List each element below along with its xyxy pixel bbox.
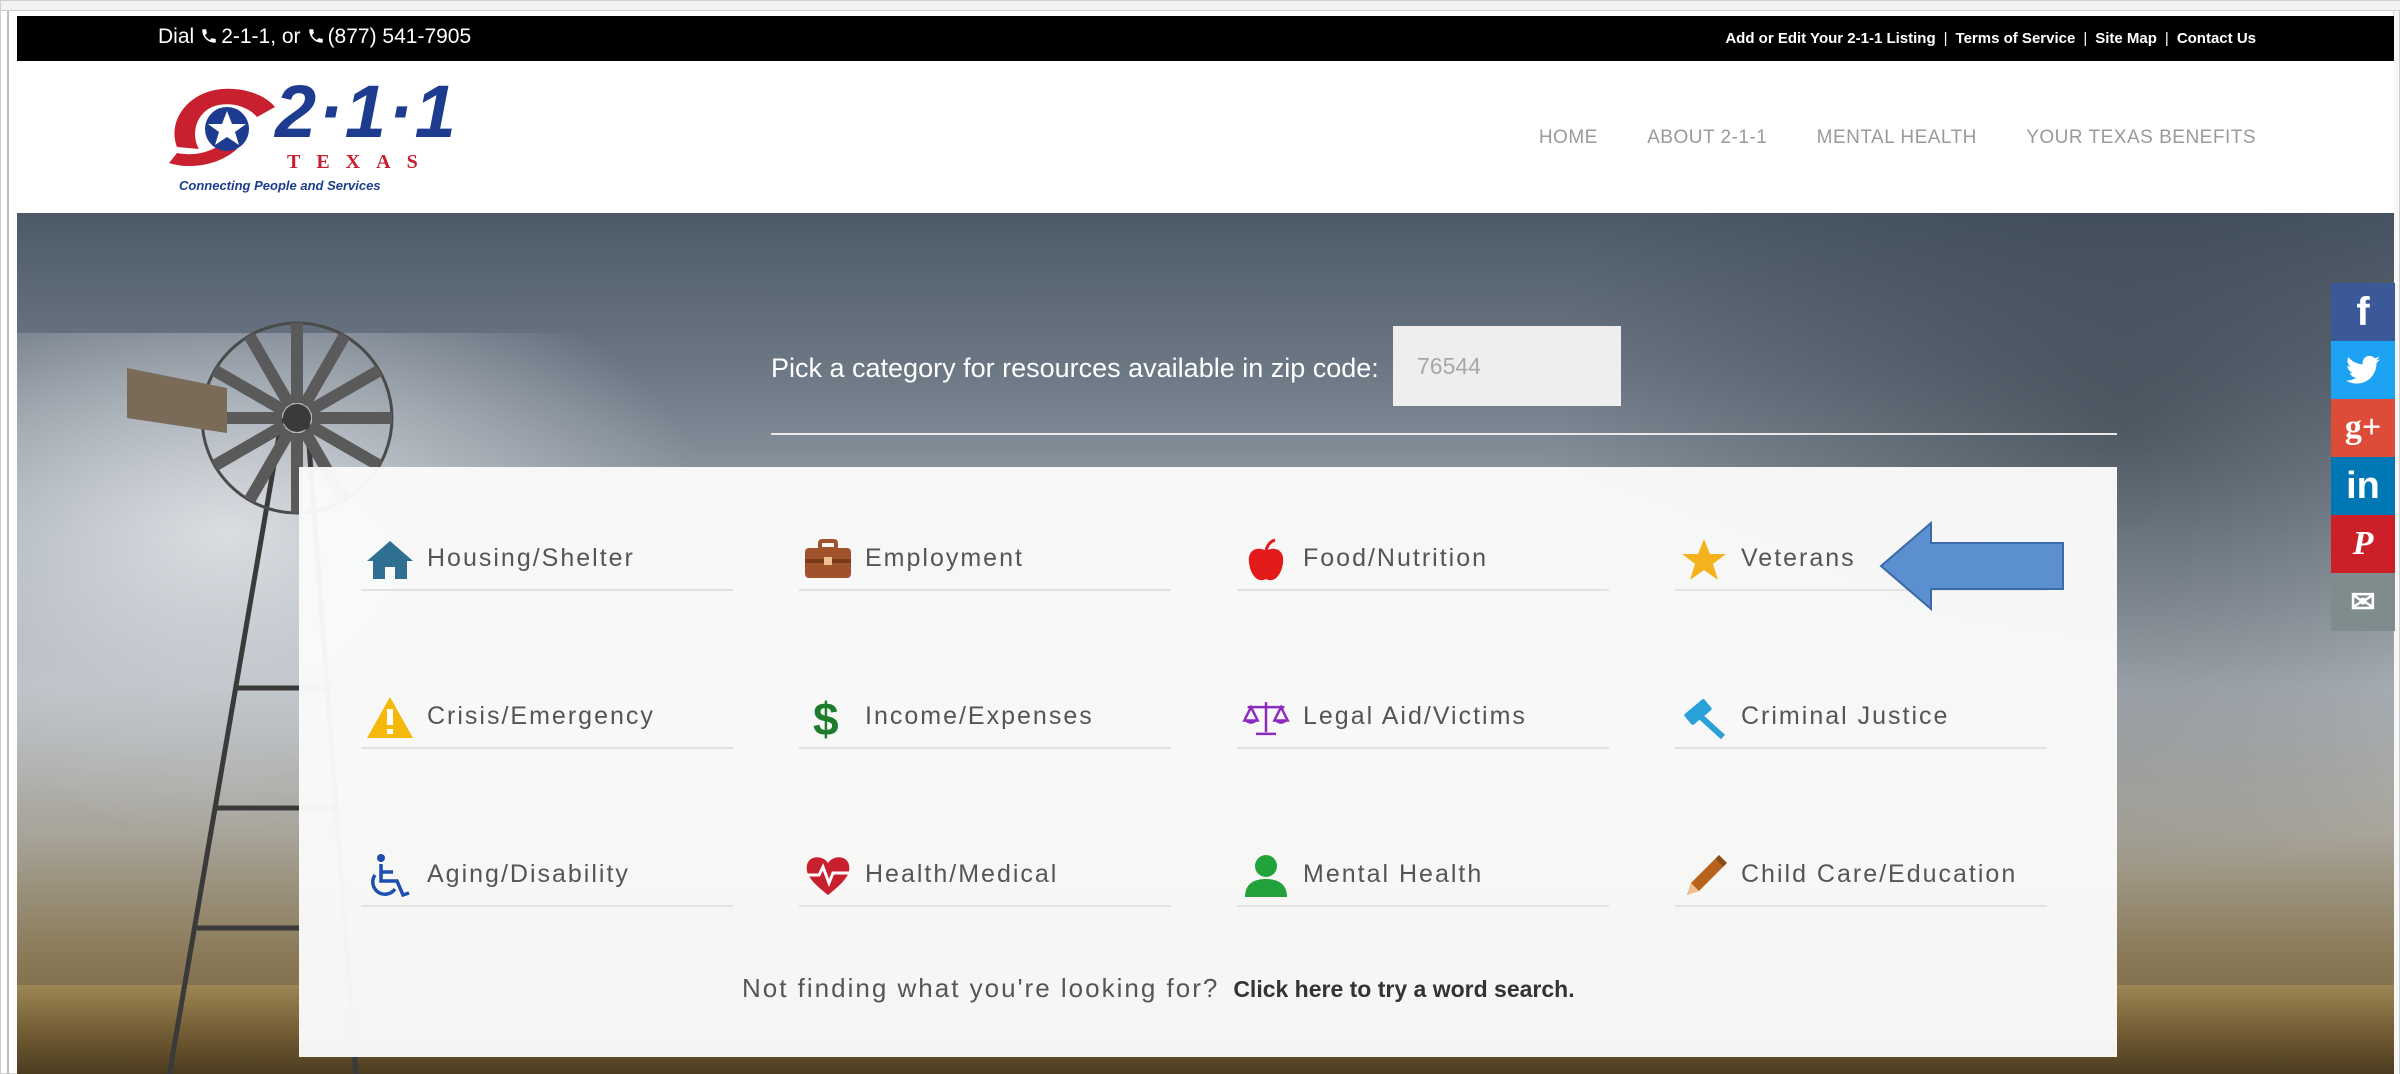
category-label: Income/Expenses bbox=[865, 702, 1094, 730]
word-search-link[interactable]: Click here to try a word search. bbox=[1233, 976, 1574, 1002]
terms-of-service-link[interactable]: Terms of Service bbox=[1956, 30, 2076, 47]
category-label: Legal Aid/Victims bbox=[1303, 702, 1527, 730]
category-mental-health[interactable]: Mental Health bbox=[1237, 847, 1609, 907]
category-label: Criminal Justice bbox=[1741, 702, 1950, 730]
main-nav: HOME ABOUT 2-1-1 MENTAL HEALTH YOUR TEXA… bbox=[1495, 127, 2256, 149]
category-crisis-emergency[interactable]: Crisis/Emergency bbox=[361, 689, 733, 749]
house-icon bbox=[367, 541, 413, 579]
category-label: Aging/Disability bbox=[427, 860, 630, 888]
category-aging-disability[interactable]: Aging/Disability bbox=[361, 847, 733, 907]
phone-icon bbox=[202, 29, 216, 43]
category-food-nutrition[interactable]: Food/Nutrition bbox=[1237, 531, 1609, 591]
category-panel: Housing/Shelter Employment Food/Nutritio… bbox=[299, 467, 2117, 1057]
category-label: Health/Medical bbox=[865, 860, 1059, 888]
category-label: Veterans bbox=[1741, 544, 1856, 572]
word-search-prompt: Not finding what you're looking for? Clic… bbox=[742, 973, 1575, 1004]
person-icon bbox=[1245, 855, 1287, 897]
add-edit-listing-link[interactable]: Add or Edit Your 2-1-1 Listing bbox=[1725, 30, 1935, 47]
category-label: Mental Health bbox=[1303, 860, 1484, 888]
category-label: Housing/Shelter bbox=[427, 544, 635, 572]
warning-icon bbox=[367, 697, 413, 738]
site-header: 2·1·1 TEXAS Connecting People and Servic… bbox=[17, 61, 2394, 213]
top-links: Add or Edit Your 2-1-1 Listing | Terms of … bbox=[1725, 30, 2256, 47]
briefcase-icon bbox=[805, 539, 851, 578]
dollar-icon: $ bbox=[813, 695, 839, 741]
link-separator: | bbox=[2083, 30, 2088, 47]
email-icon[interactable]: ✉ bbox=[2331, 573, 2395, 631]
category-housing-shelter[interactable]: Housing/Shelter bbox=[361, 531, 733, 591]
site-logo[interactable]: 2·1·1 TEXAS Connecting People and Servic… bbox=[157, 69, 456, 199]
contact-us-link[interactable]: Contact Us bbox=[2177, 30, 2256, 47]
nav-texas-benefits[interactable]: YOUR TEXAS BENEFITS bbox=[2026, 127, 2256, 148]
category-label: Child Care/Education bbox=[1741, 860, 2018, 888]
category-health-medical[interactable]: Health/Medical bbox=[799, 847, 1171, 907]
linkedin-icon[interactable]: in bbox=[2331, 457, 2395, 515]
word-search-question: Not finding what you're looking for? bbox=[742, 973, 1220, 1003]
category-label: Crisis/Emergency bbox=[427, 702, 655, 730]
gavel-icon bbox=[1684, 699, 1726, 740]
svg-text:$: $ bbox=[813, 695, 839, 741]
logo-tagline: Connecting People and Services bbox=[179, 178, 381, 193]
category-employment[interactable]: Employment bbox=[799, 531, 1171, 591]
category-income-expenses[interactable]: $ Income/Expenses bbox=[799, 689, 1171, 749]
zip-code-label: Pick a category for resources available … bbox=[771, 353, 1379, 383]
category-criminal-justice[interactable]: Criminal Justice bbox=[1675, 689, 2047, 749]
twitter-icon[interactable] bbox=[2331, 341, 2395, 399]
nav-home[interactable]: HOME bbox=[1539, 127, 1598, 148]
category-legal-aid-victims[interactable]: Legal Aid/Victims bbox=[1237, 689, 1609, 749]
link-separator: | bbox=[2164, 30, 2169, 47]
window-top-border bbox=[1, 1, 2400, 11]
logo-phone-star-icon bbox=[169, 88, 275, 167]
facebook-icon[interactable]: f bbox=[2331, 283, 2395, 341]
site-map-link[interactable]: Site Map bbox=[2095, 30, 2157, 47]
dial-number-211[interactable]: 2-1-1, or bbox=[221, 25, 300, 48]
browser-window: Dial 2-1-1, or (877) 541-7905 Add or Edit … bbox=[0, 0, 2400, 1074]
window-left-border bbox=[7, 11, 9, 1074]
dial-info: Dial 2-1-1, or (877) 541-7905 bbox=[158, 25, 471, 49]
nav-about[interactable]: ABOUT 2-1-1 bbox=[1647, 127, 1767, 148]
zip-divider bbox=[771, 433, 2117, 435]
top-bar: Dial 2-1-1, or (877) 541-7905 Add or Edit … bbox=[17, 16, 2394, 61]
google-plus-icon[interactable]: g+ bbox=[2331, 399, 2395, 457]
phone-icon bbox=[308, 29, 323, 43]
category-label: Employment bbox=[865, 544, 1024, 572]
scales-icon bbox=[1242, 702, 1290, 736]
dial-prefix: Dial bbox=[158, 25, 195, 48]
blue-arrow-annotation bbox=[1879, 521, 2064, 611]
dial-number-tollfree[interactable]: (877) 541-7905 bbox=[328, 25, 472, 48]
nav-mental-health[interactable]: MENTAL HEALTH bbox=[1817, 127, 1977, 148]
social-share-bar: f g+ in P ✉ bbox=[2331, 283, 2395, 631]
pinterest-icon[interactable]: P bbox=[2331, 515, 2395, 573]
zip-code-input[interactable] bbox=[1393, 326, 1621, 406]
category-label: Food/Nutrition bbox=[1303, 544, 1489, 572]
logo-number: 2·1·1 bbox=[275, 70, 458, 153]
pencil-icon bbox=[1687, 855, 1727, 895]
apple-icon bbox=[1248, 538, 1284, 581]
logo-state: TEXAS bbox=[287, 151, 434, 173]
wheelchair-icon bbox=[371, 854, 410, 898]
star-icon bbox=[1682, 539, 1726, 580]
category-child-care-education[interactable]: Child Care/Education bbox=[1675, 847, 2047, 907]
heart-pulse-icon bbox=[806, 857, 850, 895]
link-separator: | bbox=[1943, 30, 1948, 47]
